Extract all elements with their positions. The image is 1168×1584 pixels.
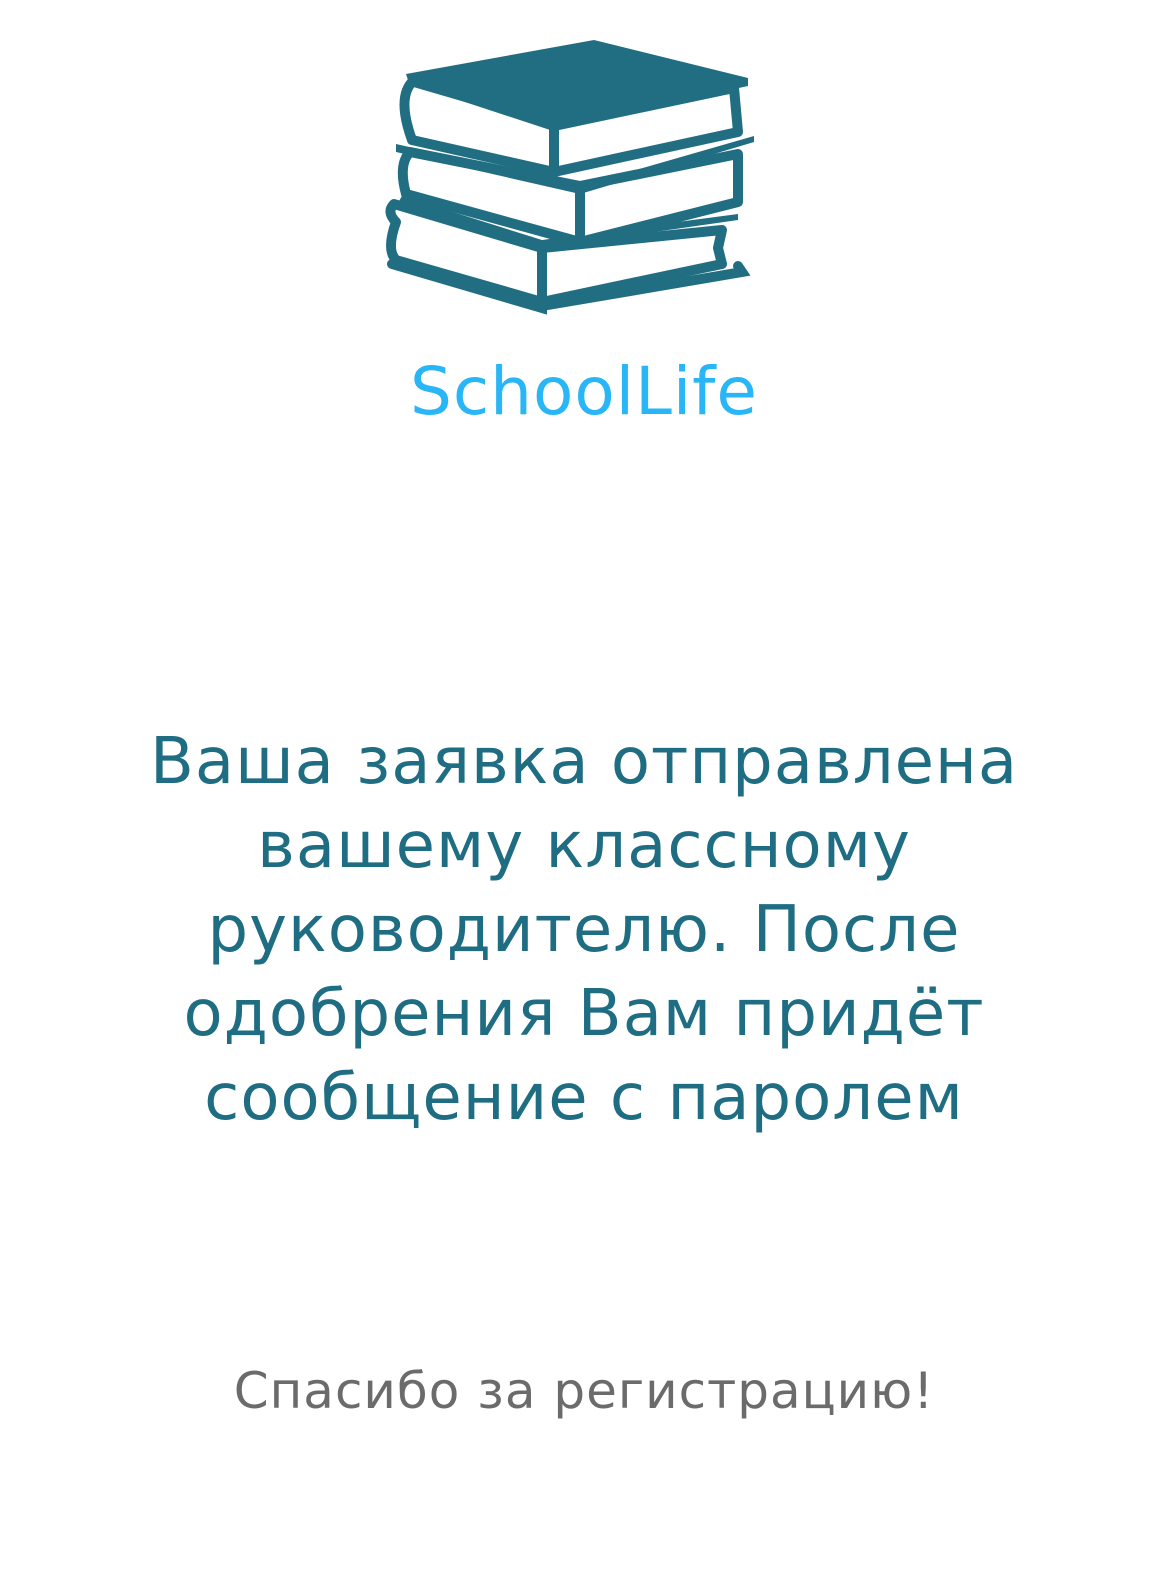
registration-success-screen: SchoolLife Ваша заявка отправлена вашему… — [0, 0, 1168, 1584]
app-title: SchoolLife — [409, 353, 759, 430]
request-sent-message: Ваша заявка отправлена вашему классному … — [149, 725, 1019, 1135]
books-stack-icon — [385, 40, 754, 315]
registration-thanks-text: Спасибо за регистрацию! — [233, 1362, 935, 1420]
